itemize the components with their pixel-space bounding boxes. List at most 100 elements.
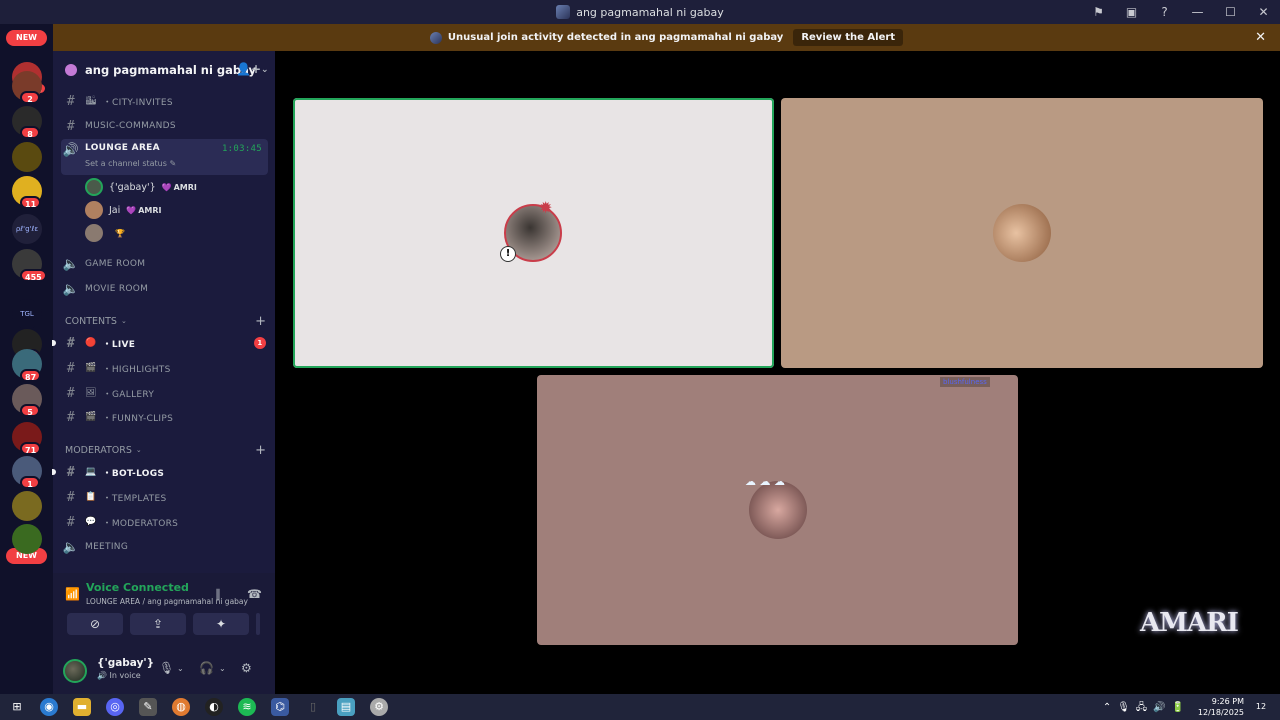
app-icon[interactable]: ▯: [304, 698, 322, 716]
maximize-icon[interactable]: ☐: [1214, 5, 1247, 19]
hash-icon: #: [66, 464, 76, 480]
category-contents[interactable]: CONTENTS ⌄ +: [65, 312, 268, 330]
server-icon[interactable]: ρℓ'g'ℓε: [12, 214, 42, 244]
spotify-icon[interactable]: ≋: [238, 698, 256, 716]
chevron-down-icon[interactable]: ⌄: [219, 664, 226, 673]
avatar: [749, 481, 807, 539]
minimize-icon[interactable]: —: [1181, 5, 1214, 19]
camera-off-icon[interactable]: ⊘: [67, 613, 123, 635]
mention-badge: 2: [20, 91, 40, 104]
new-pill-top[interactable]: NEW: [6, 30, 47, 46]
channel-city-invites[interactable]: # 🏙 ・CITY-INVITES: [61, 90, 268, 112]
category-moderators[interactable]: MODERATORS ⌄ +: [65, 441, 268, 459]
file-explorer-icon[interactable]: ▬: [73, 698, 91, 716]
notification-icon[interactable]: 12: [1252, 698, 1270, 716]
channel-templates[interactable]: # 📋 ・TEMPLATES: [61, 486, 268, 508]
cloud-decoration-icon: ☁ ☁ ☁: [745, 475, 785, 488]
channel-name: ・GALLERY: [102, 389, 155, 400]
channel-live[interactable]: # 🔴 ・LIVE 1: [52, 332, 268, 354]
system-tray[interactable]: ⌃🎙🖧🔊🔋: [1103, 700, 1190, 717]
alert-text: Unusual join activity detected in ang pa…: [447, 32, 784, 43]
participant-tile[interactable]: [781, 98, 1263, 368]
inbox-icon[interactable]: ▣: [1115, 5, 1148, 19]
obs-icon[interactable]: ◐: [205, 698, 223, 716]
trophy-icon: 🏆: [115, 228, 125, 238]
server-name: ang pagmamahal ni gabay: [85, 63, 257, 77]
screen-share-icon[interactable]: ⇪: [130, 613, 186, 635]
notepad-icon[interactable]: ✎: [139, 698, 157, 716]
channel-name: ・MODERATORS: [102, 518, 179, 529]
chrome-icon[interactable]: ◉: [40, 698, 58, 716]
speaker-icon: 🔊: [62, 143, 80, 158]
server-icon: [429, 31, 442, 44]
voice-member[interactable]: Jai 💜 AMRI: [85, 200, 162, 220]
signal-icon[interactable]: 📶: [65, 587, 80, 601]
soundboard-icon[interactable]: [256, 613, 260, 635]
hash-icon: #: [66, 118, 76, 134]
chevron-down-icon[interactable]: ⌄: [177, 664, 184, 673]
user-panel: {'gabay'} 🔊 In voice 🎙 ⌄ 🎧 ⌄ ⚙: [53, 651, 275, 694]
app-icon[interactable]: ⚙: [370, 698, 388, 716]
window-title: ang pagmamahal ni gabay: [576, 5, 724, 19]
voice-connected-label[interactable]: Voice Connected: [86, 581, 189, 594]
clock[interactable]: 9:26 PM 12/18/2025: [1198, 696, 1244, 718]
channel-music-commands[interactable]: # MUSIC-COMMANDS: [61, 115, 268, 137]
voice-channel-movie-room[interactable]: 🔈 MOVIE ROOM: [61, 278, 268, 300]
create-channel-icon[interactable]: +: [255, 314, 266, 329]
voice-channel-game-room[interactable]: 🔈 GAME ROOM: [61, 253, 268, 275]
voice-channel-meeting[interactable]: 🔈 MEETING: [61, 536, 268, 558]
flag-icon[interactable]: ⚑: [1082, 5, 1115, 19]
disconnect-icon[interactable]: ☎: [247, 587, 262, 601]
speaker-icon: 🔈: [62, 256, 80, 272]
server-icon[interactable]: [12, 142, 42, 172]
channel-gallery[interactable]: # 🖼 ・GALLERY: [61, 382, 268, 404]
app-icon[interactable]: ▤: [337, 698, 355, 716]
start-icon[interactable]: ⊞: [8, 698, 26, 716]
voice-member[interactable]: {'gabay'} 💜 AMRI: [85, 177, 197, 197]
create-channel-icon[interactable]: +: [255, 443, 266, 458]
channel-highlights[interactable]: # 🎬 ・HIGHLIGHTS: [61, 357, 268, 379]
voice-channel-lounge-area[interactable]: 🔊 LOUNGE AREA 1:03:45 Set a channel stat…: [61, 139, 268, 175]
activities-icon[interactable]: ✦: [193, 613, 249, 635]
mention-badge: 455: [20, 269, 47, 282]
help-icon[interactable]: ?: [1148, 5, 1181, 19]
avatar[interactable]: [63, 659, 87, 683]
channel-emoji: 💻: [85, 467, 97, 477]
participant-tile[interactable]: ✹ !: [293, 98, 774, 368]
mention-badge: 1: [254, 337, 266, 349]
close-alert-icon[interactable]: ✕: [1255, 30, 1266, 45]
discord-icon[interactable]: ◎: [106, 698, 124, 716]
server-icon[interactable]: [12, 524, 42, 554]
channel-funny-clips[interactable]: # 🎬 ・FUNNY-CLIPS: [61, 406, 268, 428]
avatar: [993, 204, 1051, 262]
noise-suppression-icon[interactable]: ∥: [215, 587, 221, 601]
app-icon[interactable]: ◍: [172, 698, 190, 716]
username[interactable]: {'gabay'}: [97, 657, 154, 669]
server-icon[interactable]: [12, 491, 42, 521]
server-header[interactable]: ang pagmamahal ni gabay ⌄ 👤+: [53, 51, 275, 89]
app-icon[interactable]: ⌬: [271, 698, 289, 716]
channel-name: MOVIE ROOM: [85, 284, 149, 294]
warning-icon: !: [500, 246, 516, 262]
anger-decoration-icon: ✹: [539, 198, 553, 217]
invite-people-icon[interactable]: 👤+: [236, 62, 261, 76]
chevron-down-icon: ⌄: [261, 65, 269, 75]
chevron-down-icon: ⌄: [135, 446, 142, 454]
title-icons: ⚑ ▣ ? — ☐ ✕: [1082, 0, 1280, 24]
voice-member[interactable]: 🏆: [85, 223, 125, 243]
channel-bot-logs[interactable]: # 💻 ・BOT-LOGS: [52, 461, 268, 483]
server-icon[interactable]: TGL: [12, 299, 42, 329]
mention-badge: 11: [20, 196, 42, 209]
headphones-icon[interactable]: 🎧: [199, 661, 214, 675]
participant-tile[interactable]: blushfulness ☁ ☁ ☁: [537, 375, 1018, 645]
channel-name: ・BOT-LOGS: [102, 468, 165, 479]
channel-moderators[interactable]: # 💬 ・MODERATORS: [61, 511, 268, 533]
voice-location[interactable]: LOUNGE AREA / ang pagmamahal ni gabay: [86, 597, 248, 606]
settings-gear-icon[interactable]: ⚙: [241, 661, 252, 675]
close-icon[interactable]: ✕: [1247, 5, 1280, 19]
unread-indicator: [52, 340, 56, 346]
review-alert-button[interactable]: Review the Alert: [793, 29, 904, 46]
mic-icon[interactable]: 🎙: [159, 661, 174, 675]
channel-status-hint[interactable]: Set a channel status ✎: [85, 159, 176, 168]
speaker-icon: 🔈: [62, 281, 80, 297]
